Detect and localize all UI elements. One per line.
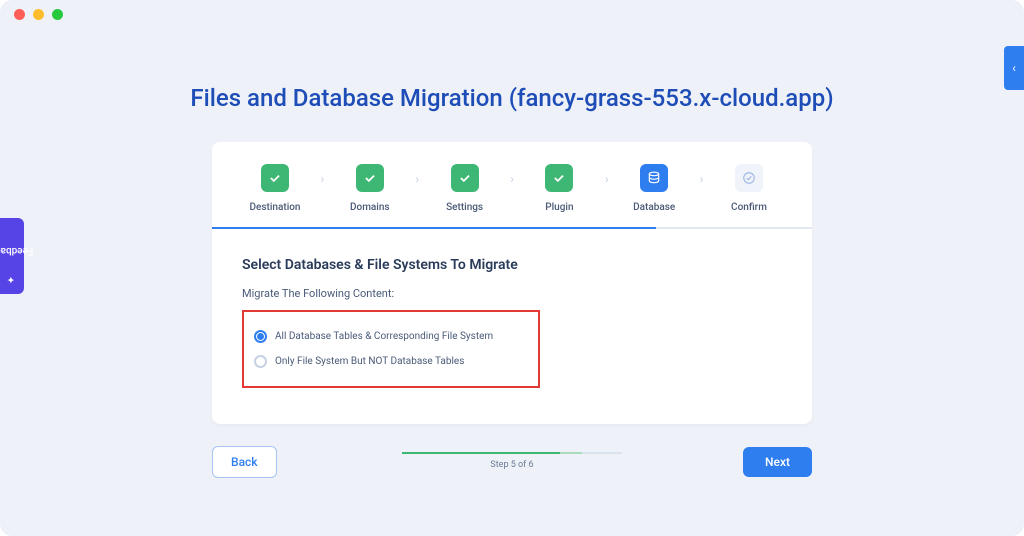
chevron-right-icon: › [510, 172, 514, 186]
step-database[interactable]: Database [623, 164, 685, 213]
chevron-left-icon: ‹ [1012, 61, 1016, 75]
window-close-icon[interactable] [14, 9, 25, 20]
step-label: Domains [350, 202, 390, 213]
radio-icon [254, 355, 267, 368]
step-label: Database [633, 202, 675, 213]
chevron-right-icon: › [415, 172, 419, 186]
stepper-underline [212, 227, 812, 229]
step-domains[interactable]: Domains [339, 164, 401, 213]
back-button[interactable]: Back [212, 446, 277, 478]
progress-indicator: Step 5 of 6 [402, 452, 622, 470]
step-settings[interactable]: Settings [434, 164, 496, 213]
page-title: Files and Database Migration (fancy-gras… [0, 84, 1024, 112]
option-label: Only File System But NOT Database Tables [275, 356, 464, 367]
step-label: Plugin [545, 202, 573, 213]
progress-text: Step 5 of 6 [490, 460, 533, 470]
step-confirm[interactable]: Confirm [718, 164, 780, 213]
step-destination[interactable]: Destination [244, 164, 306, 213]
chevron-right-icon: › [700, 172, 704, 186]
progress-bar [402, 452, 622, 454]
check-icon [356, 164, 384, 192]
option-all-tables-and-files[interactable]: All Database Tables & Corresponding File… [254, 324, 528, 349]
option-label: All Database Tables & Corresponding File… [275, 331, 493, 342]
feedback-tab[interactable]: ✦ Feedback [0, 218, 24, 294]
window-titlebar [0, 0, 1024, 28]
database-icon [640, 164, 668, 192]
migration-card: Destination › Domains › Settings › Plugi… [212, 142, 812, 424]
check-icon [451, 164, 479, 192]
wizard-footer: Back Step 5 of 6 Next [212, 446, 812, 478]
migration-options-group: All Database Tables & Corresponding File… [242, 310, 540, 388]
step-label: Confirm [731, 202, 767, 213]
step-plugin[interactable]: Plugin [528, 164, 590, 213]
step-label: Destination [250, 202, 301, 213]
radio-icon [254, 330, 267, 343]
section-title: Select Databases & File Systems To Migra… [242, 257, 782, 273]
side-panel-toggle[interactable]: ‹ [1004, 46, 1024, 90]
next-button[interactable]: Next [743, 447, 812, 477]
window-zoom-icon[interactable] [52, 9, 63, 20]
chevron-right-icon: › [321, 172, 325, 186]
feedback-label: ✦ Feedback [7, 228, 18, 284]
confirm-icon [735, 164, 763, 192]
option-files-only[interactable]: Only File System But NOT Database Tables [254, 349, 528, 374]
chevron-right-icon: › [605, 172, 609, 186]
step-label: Settings [446, 202, 483, 213]
section-subhead: Migrate The Following Content: [242, 287, 782, 300]
check-icon [261, 164, 289, 192]
check-icon [545, 164, 573, 192]
stepper: Destination › Domains › Settings › Plugi… [242, 164, 782, 213]
window-minimize-icon[interactable] [33, 9, 44, 20]
